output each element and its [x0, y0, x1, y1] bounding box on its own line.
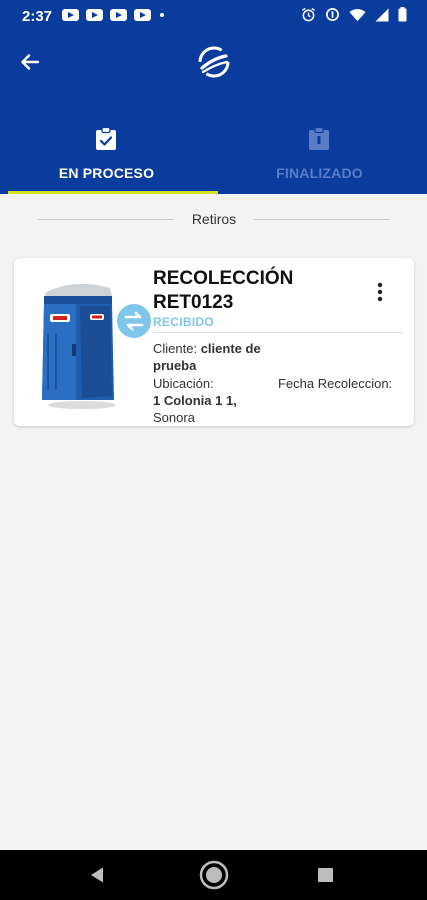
nav-home-icon[interactable] [198, 859, 230, 891]
status-bar: 2:37 [0, 0, 427, 32]
tab-label: FINALIZADO [276, 165, 363, 181]
alarm-icon [302, 7, 315, 22]
youtube-notification-icon [134, 9, 151, 21]
nav-recents-icon[interactable] [318, 868, 333, 882]
status-badge: RECIBIDO [153, 315, 215, 329]
fecha-recoleccion-label: Fecha Recoleccion: [278, 376, 393, 391]
youtube-notification-icon [86, 9, 103, 21]
more-options-button[interactable] [370, 280, 390, 304]
ubicacion-value-line2: Sonora [153, 410, 195, 425]
signal-icon [375, 8, 389, 21]
card-divider [153, 332, 403, 333]
card-title: RECOLECCIÓN [153, 268, 294, 289]
divider [254, 219, 390, 220]
wifi-icon [349, 8, 366, 21]
tab-label: EN PROCESO [58, 165, 155, 181]
tab-indicator [8, 191, 218, 194]
app-bar: EN PROCESO FINALIZADO [0, 32, 427, 194]
back-button[interactable] [14, 46, 46, 78]
section-header: Retiros [0, 209, 427, 231]
battery-icon [398, 7, 407, 22]
portable-toilet-image [42, 283, 116, 409]
more-notifications-icon [160, 13, 164, 17]
clipboard-check-icon [96, 127, 116, 150]
brand-logo-icon [194, 44, 234, 80]
section-title: Retiros [191, 211, 237, 227]
nav-back-icon[interactable] [88, 866, 106, 884]
divider [38, 219, 174, 220]
tab-en-proceso[interactable]: EN PROCESO [0, 122, 213, 194]
youtube-notification-icon [62, 9, 79, 21]
cliente-label: Cliente: [153, 341, 198, 356]
clipboard-icon [309, 127, 329, 150]
card-code: RET0123 [153, 292, 234, 313]
ubicacion-label: Ubicación: [153, 376, 214, 391]
cliente-info: Cliente: cliente de prueba [153, 340, 283, 374]
more-vert-icon [377, 282, 383, 302]
youtube-notification-icon [110, 9, 127, 21]
notification-icons [62, 9, 164, 21]
system-nav-bar [0, 850, 427, 900]
tab-finalizado[interactable]: FINALIZADO [213, 122, 426, 194]
status-time: 2:37 [22, 8, 53, 25]
ubicacion-info: Ubicación: 1 Colonia 1 1, Sonora [153, 375, 273, 426]
arrow-left-icon [21, 54, 40, 70]
ubicacion-value: 1 Colonia 1 1, [153, 393, 237, 408]
swap-arrows-icon [115, 302, 153, 340]
data-saver-icon [326, 8, 339, 21]
retiro-card[interactable]: RECOLECCIÓN RET0123 RECIBIDO Cliente: cl… [14, 258, 414, 426]
system-status-icons [301, 7, 407, 22]
